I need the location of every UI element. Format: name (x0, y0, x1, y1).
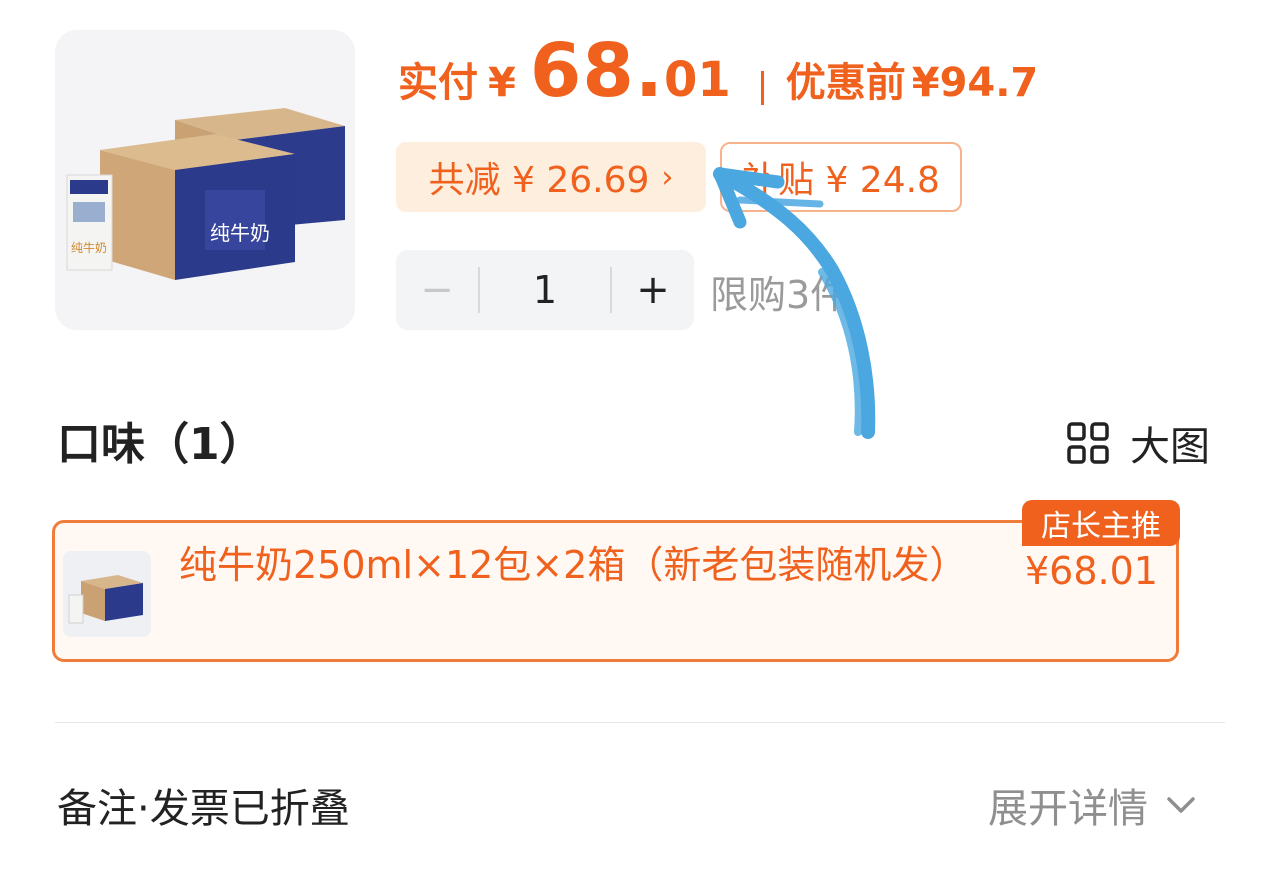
svg-text:纯牛奶: 纯牛奶 (210, 221, 270, 245)
grid-icon (1067, 422, 1109, 464)
product-image[interactable]: 纯牛奶 纯牛奶 (55, 30, 355, 330)
price-row: 实付 ¥ 68. 01 优惠前 ¥94.7 (398, 28, 1038, 128)
total-discount-text: 共减 ¥ 26.69 (428, 160, 650, 201)
actual-pay-decimal: 01 (663, 52, 731, 108)
chevron-right-icon: › (661, 159, 674, 195)
actual-pay-integer: 68. (529, 28, 664, 114)
price-divider (760, 71, 764, 105)
quantity-value[interactable]: 1 (480, 268, 610, 312)
total-discount-tag[interactable]: 共减 ¥ 26.69 › (396, 142, 706, 212)
flavor-option-selected[interactable]: 纯牛奶250ml×12包×2箱（新老包装随机发） ¥68.01 (52, 520, 1179, 662)
section-divider (55, 722, 1225, 723)
option-price: ¥68.01 (1025, 549, 1158, 593)
expand-details-label: 展开详情 (988, 786, 1148, 832)
large-image-label: 大图 (1130, 424, 1210, 470)
option-thumbnail (63, 551, 151, 637)
option-thumbnail-illustration (68, 575, 143, 624)
large-image-toggle[interactable]: 大图 (1066, 414, 1210, 472)
actual-pay-label: 实付 (398, 60, 478, 106)
currency-symbol: ¥ (488, 60, 516, 106)
original-price: ¥94.7 (911, 60, 1039, 106)
recommend-badge: 店长主推 (1022, 500, 1180, 546)
quantity-stepper: − 1 + (396, 250, 694, 330)
option-label: 纯牛奶250ml×12包×2箱（新老包装随机发） (179, 543, 968, 587)
svg-text:纯牛奶: 纯牛奶 (71, 240, 107, 255)
expand-details-button[interactable]: 展开详情 (988, 776, 1196, 834)
annotation-arrow-icon (713, 167, 876, 439)
flavor-section-title: 口味（1） (57, 419, 264, 470)
chevron-down-icon (1167, 797, 1195, 813)
milk-box-illustration: 纯牛奶 纯牛奶 (66, 108, 345, 280)
original-price-label: 优惠前 (785, 60, 906, 106)
remark-invoice-collapsed-label: 备注·发票已折叠 (57, 786, 350, 832)
increase-button[interactable]: + (612, 250, 694, 330)
decrease-button[interactable]: − (396, 250, 478, 330)
